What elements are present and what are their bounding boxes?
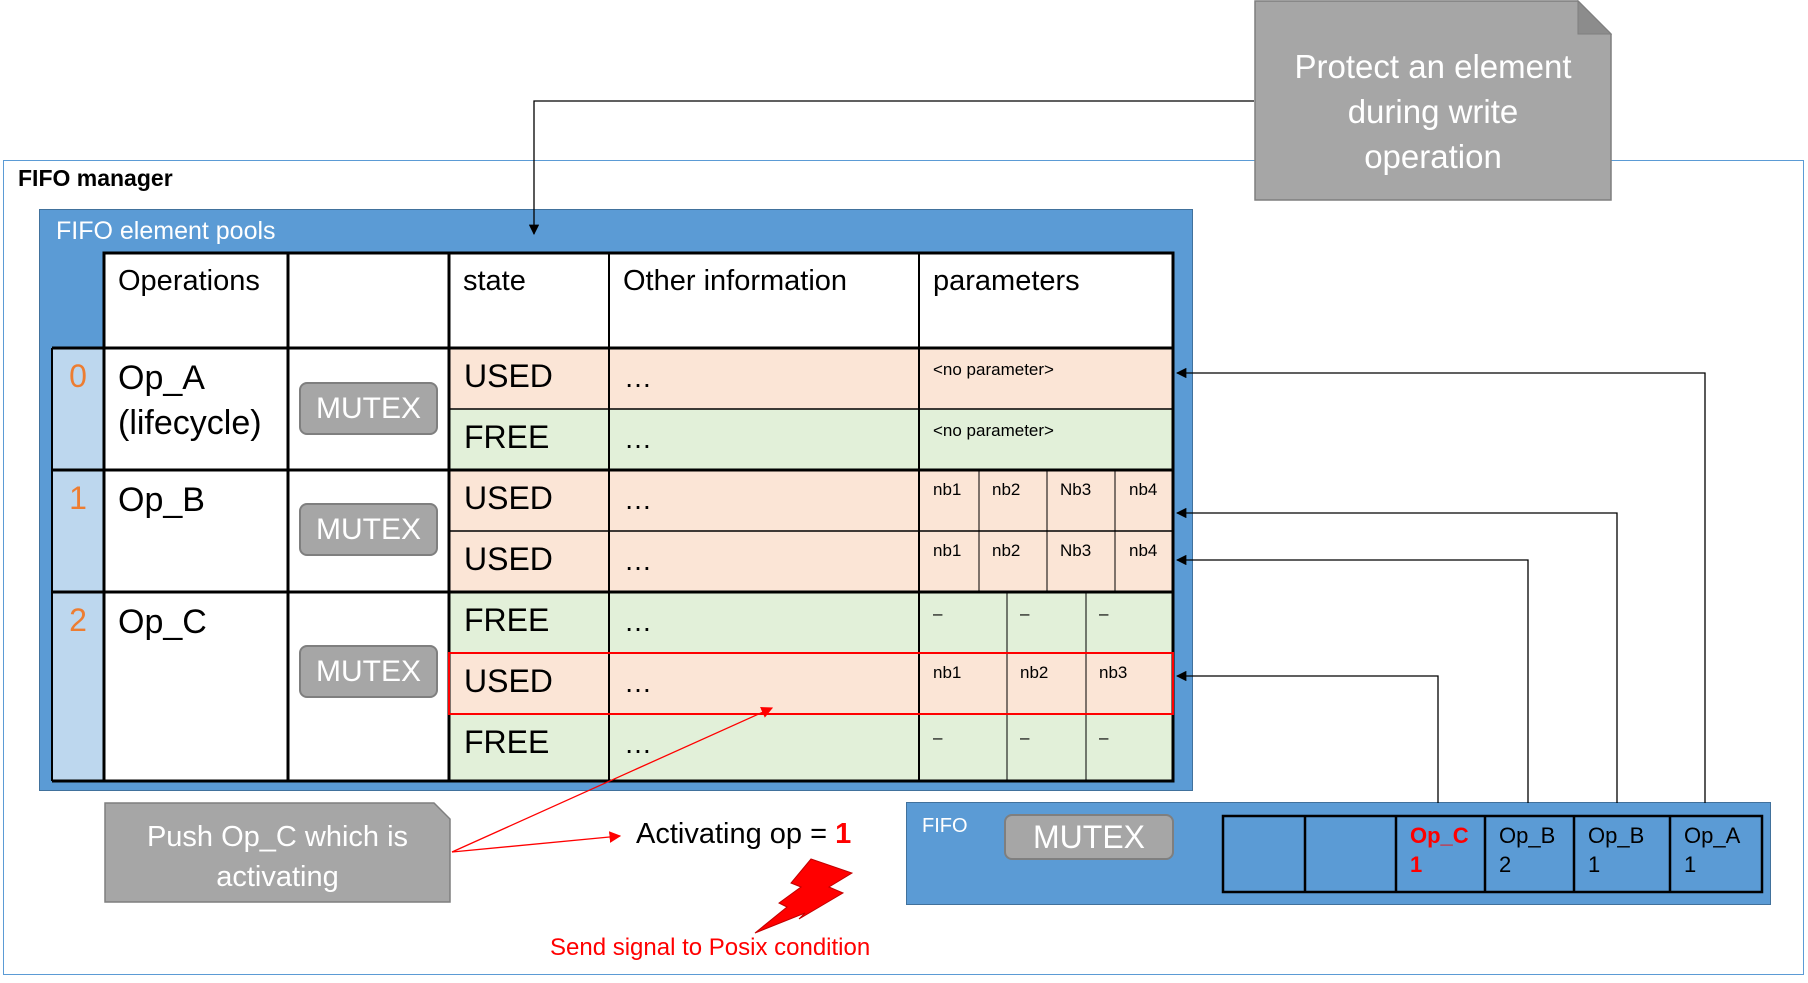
fifo-op-a-arrow — [1175, 367, 1706, 803]
push-to-activating-arrow — [451, 831, 622, 853]
push-to-element-arrow — [451, 706, 774, 853]
fifo-op-b-2-arrow — [1175, 554, 1529, 803]
protect-arrow — [528, 100, 1254, 236]
connector-arrows — [451, 100, 1706, 853]
fifo-op-c-arrow — [1175, 670, 1439, 803]
fifo-op-b-1-arrow — [1175, 507, 1618, 803]
